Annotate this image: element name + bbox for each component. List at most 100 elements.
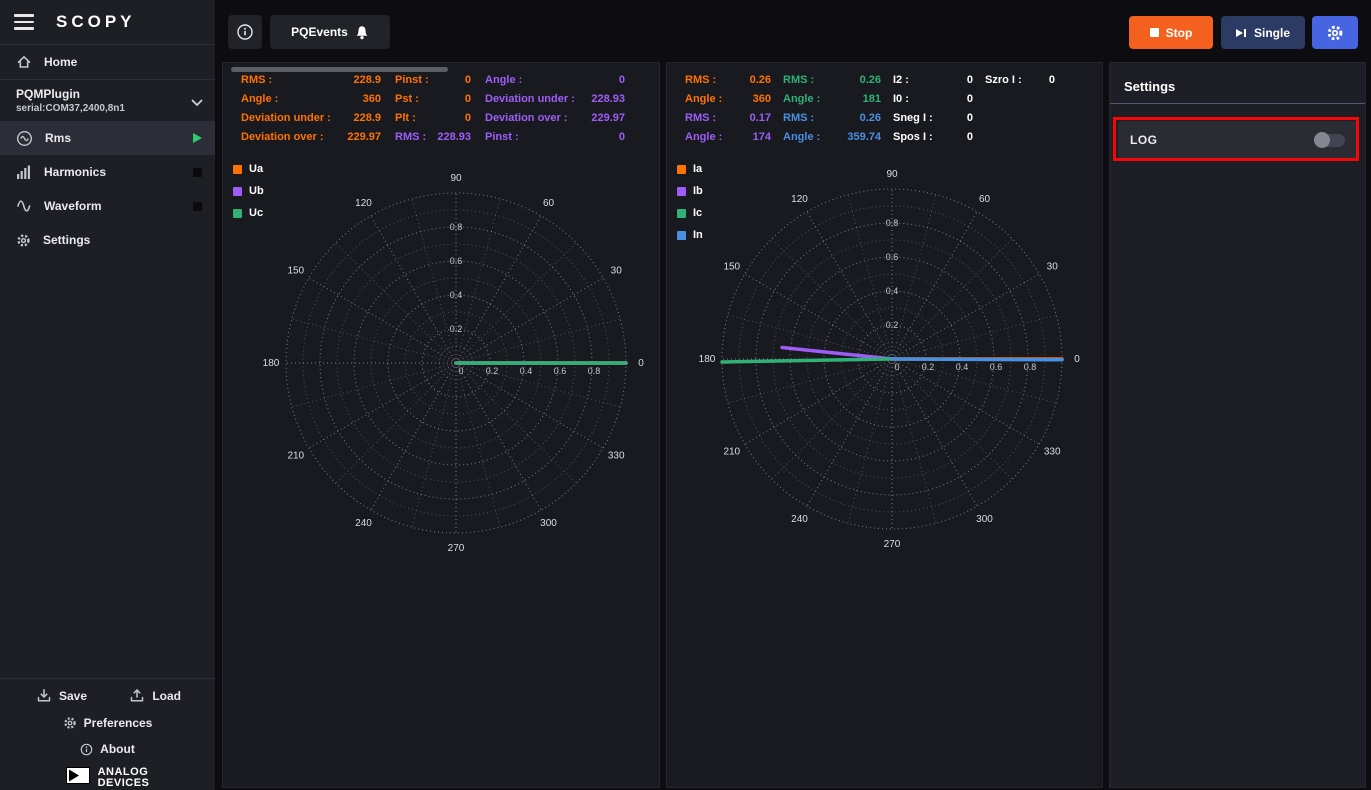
info-button[interactable] [228,15,262,49]
sidebar-item-home[interactable]: Home [0,45,215,79]
svg-text:0.2: 0.2 [486,366,499,376]
svg-text:150: 150 [287,266,304,277]
current-phasors-plot[interactable]: 030609012015018021024027030033000.20.20.… [667,163,1102,613]
svg-text:0.6: 0.6 [886,252,899,262]
sidebar-header: SCOPY [0,0,215,44]
log-label: LOG [1130,133,1158,147]
stat-rms: RMS :228.9 [241,71,381,90]
stat-rms: RMS :0.26 [685,71,771,90]
settings-gear-button[interactable] [1312,16,1358,49]
sidebar-plugin-header[interactable]: PQMPlugin serial:COM37,2400,8n1 [0,80,215,121]
voltage-polar-plot-area: 030609012015018021024027030033000.20.20.… [223,163,659,618]
svg-text:30: 30 [611,266,623,277]
stat-angle: Angle :360 [685,90,771,109]
sidebar-footer: Save Load Preferences About [0,678,215,789]
gear-icon [16,233,31,248]
stat-rms: RMS :0.17 [685,109,771,128]
stat-rms: RMS :228.93 [395,128,471,147]
legend-item-in[interactable]: In [677,229,703,241]
about-button[interactable]: About [80,742,135,756]
adi-triangle-icon [66,767,90,789]
save-button[interactable]: Save [36,688,87,704]
legend-label: In [693,229,703,241]
svg-text:0: 0 [1074,354,1080,365]
svg-text:120: 120 [791,194,808,205]
info-icon [80,743,93,756]
legend-swatch [233,187,242,196]
svg-text:0: 0 [458,366,463,376]
stat-angle: Angle :359.74 [783,128,881,147]
stat-angle: Angle :174 [685,128,771,147]
sidebar-item-harmonics[interactable]: Harmonics [0,155,215,189]
single-button[interactable]: Single [1221,16,1305,49]
legend-item-ia[interactable]: Ia [677,163,703,175]
pqevents-label: PQEvents [291,25,348,39]
app-logo: SCOPY [56,12,136,32]
rms-run-indicator[interactable] [193,133,202,143]
about-label: About [100,742,135,756]
svg-text:0.8: 0.8 [886,218,899,228]
svg-text:0.4: 0.4 [886,286,899,296]
analog-devices-logo: ANALOG DEVICES [0,767,215,789]
svg-text:30: 30 [1047,262,1059,273]
stop-label: Stop [1166,26,1193,40]
current-legend: Ia Ib Ic In [677,163,703,241]
svg-text:180: 180 [263,358,280,369]
legend-item-ua[interactable]: Ua [233,163,264,175]
stat-szro-i: Szro I :0 [985,71,1055,90]
menu-icon[interactable] [14,14,34,30]
harmonics-run-indicator[interactable] [193,168,202,177]
stats-column: RMS :0.26Angle :181RMS :0.26Angle :359.7… [783,71,881,147]
legend-swatch [233,209,242,218]
settings-label: Settings [43,233,90,247]
stat-plt: Plt :0 [395,109,471,128]
single-icon [1236,28,1247,38]
pqevents-button[interactable]: PQEvents [270,15,390,49]
svg-text:60: 60 [979,194,991,205]
svg-text:300: 300 [540,518,557,529]
svg-text:90: 90 [886,169,898,180]
svg-text:0.4: 0.4 [520,366,533,376]
legend-item-ub[interactable]: Ub [233,185,264,197]
sidebar-item-rms[interactable]: Rms [0,121,215,155]
plugin-name: PQMPlugin [16,87,199,101]
svg-text:240: 240 [355,518,372,529]
current-polar-plot-area: 030609012015018021024027030033000.20.20.… [667,163,1102,618]
svg-text:0: 0 [638,358,644,369]
home-icon [16,54,32,70]
log-toggle[interactable] [1315,134,1345,147]
legend-label: Uc [249,207,263,219]
legend-item-uc[interactable]: Uc [233,207,264,219]
home-label: Home [44,55,77,69]
voltage-legend: Ua Ub Uc [233,163,264,219]
svg-text:0.8: 0.8 [450,222,463,232]
legend-label: Ia [693,163,702,175]
svg-text:0.2: 0.2 [922,362,935,372]
bell-icon [355,25,369,40]
chevron-down-icon[interactable] [191,94,203,112]
svg-text:0.6: 0.6 [450,256,463,266]
waveform-run-indicator[interactable] [193,202,202,211]
stats-column: Pinst :0Pst :0Plt :0RMS :228.93 [395,71,471,147]
voltage-phasor-panel: RMS :228.9Angle :360Deviation under :228… [222,62,660,788]
harmonics-icon [16,164,32,180]
load-label: Load [152,689,181,703]
stop-button[interactable]: Stop [1129,16,1213,49]
voltage-phasors-plot[interactable]: 030609012015018021024027030033000.20.20.… [223,163,659,613]
info-icon [236,23,254,41]
stats-column: I2 :0I0 :0Sneg I :0Spos I :0 [893,71,973,147]
load-button[interactable]: Load [129,688,181,704]
stat-i0: I0 :0 [893,90,973,109]
stat-deviation-over: Deviation over :229.97 [241,128,381,147]
sidebar-item-settings[interactable]: Settings [0,223,215,257]
phasor-Ib [782,347,892,359]
harmonics-label: Harmonics [44,165,106,179]
svg-text:210: 210 [287,451,304,462]
sidebar-item-waveform[interactable]: Waveform [0,189,215,223]
legend-item-ic[interactable]: Ic [677,207,703,219]
legend-item-ib[interactable]: Ib [677,185,703,197]
sidebar: SCOPY Home PQMPlugin serial:COM37,2400,8… [0,0,215,790]
preferences-button[interactable]: Preferences [63,716,153,730]
svg-text:60: 60 [543,198,555,209]
svg-text:120: 120 [355,198,372,209]
